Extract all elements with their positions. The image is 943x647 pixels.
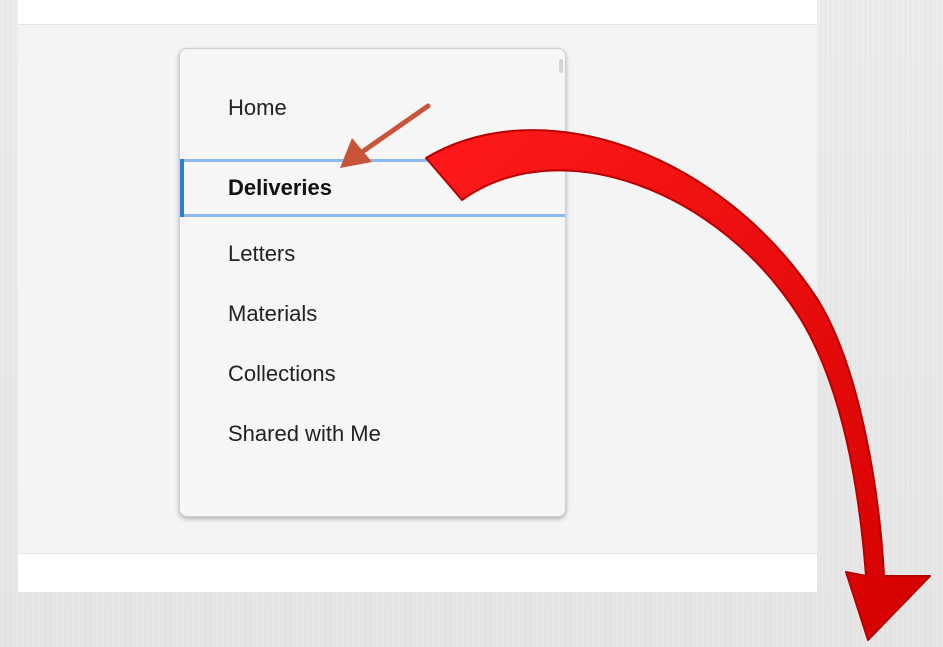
navigation-dropdown-menu: Home Deliveries Letters Materials Collec… — [179, 48, 566, 517]
top-band — [18, 0, 817, 25]
active-indicator-bar — [180, 159, 184, 217]
menu-item-letters[interactable]: Letters — [180, 225, 565, 283]
menu-item-label: Collections — [228, 361, 336, 386]
screenshot-panel: Home Deliveries Letters Materials Collec… — [18, 0, 817, 592]
menu-scrollbar[interactable] — [559, 59, 563, 73]
menu-item-collections[interactable]: Collections — [180, 345, 565, 403]
menu-item-materials[interactable]: Materials — [180, 285, 565, 343]
menu-item-shared-with-me[interactable]: Shared with Me — [180, 405, 565, 463]
menu-item-label: Deliveries — [228, 175, 332, 200]
menu-item-deliveries[interactable]: Deliveries — [180, 159, 565, 217]
menu-item-label: Letters — [228, 241, 296, 266]
menu-item-label: Materials — [228, 301, 318, 326]
menu-item-label: Home — [228, 95, 287, 120]
bottom-band — [18, 553, 817, 592]
menu-item-home[interactable]: Home — [180, 79, 565, 137]
menu-item-label: Shared with Me — [228, 421, 381, 446]
